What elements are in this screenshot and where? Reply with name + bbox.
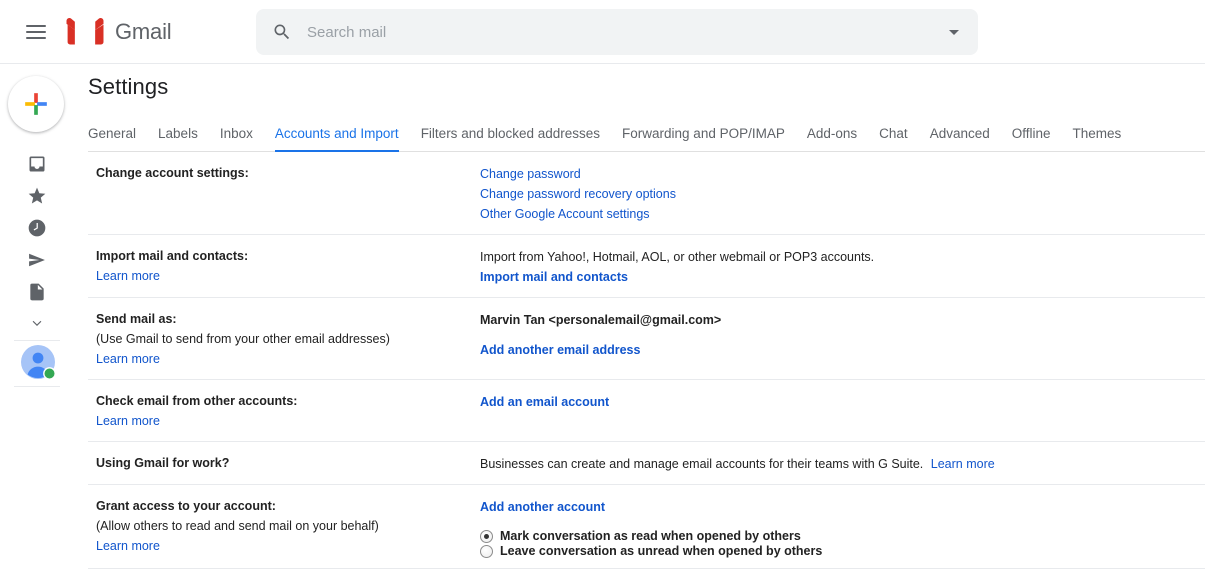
row-label-column: Change account settings:: [96, 164, 480, 224]
send-mail-as-label: Send mail as:: [96, 310, 470, 329]
settings-row-grant-access: Grant access to your account: (Allow oth…: [88, 485, 1205, 569]
send-mail-as-address: Marvin Tan <personalemail@gmail.com>: [480, 310, 1205, 330]
row-label-column: Check email from other accounts: Learn m…: [96, 392, 480, 431]
page-title: Settings: [88, 74, 168, 100]
gmail-brand[interactable]: Gmail: [66, 17, 171, 46]
compose-button[interactable]: [8, 76, 64, 132]
rail-divider: [14, 340, 60, 341]
row-value-column: Add another account Mark conversation as…: [480, 497, 1205, 558]
import-mail-learn-more-link[interactable]: Learn more: [96, 266, 160, 286]
gmail-for-work-description: Businesses can create and manage email a…: [480, 457, 923, 471]
rail-divider-bottom: [14, 386, 60, 387]
sidebar-item-inbox[interactable]: [25, 152, 49, 176]
row-label-column: Send mail as: (Use Gmail to send from yo…: [96, 310, 480, 369]
search-icon: [272, 22, 292, 42]
check-email-learn-more-link[interactable]: Learn more: [96, 411, 160, 431]
radio-mark-as-read[interactable]: [480, 530, 493, 543]
other-google-account-settings-link[interactable]: Other Google Account settings: [480, 204, 650, 224]
settings-row-send-mail-as: Send mail as: (Use Gmail to send from yo…: [88, 298, 1205, 380]
search-bar[interactable]: [256, 9, 978, 55]
avatar[interactable]: [20, 344, 58, 382]
gmail-for-work-learn-more-link[interactable]: Learn more: [931, 454, 995, 474]
add-another-account-link[interactable]: Add another account: [480, 497, 605, 517]
avatar-icon: [20, 344, 58, 382]
chevron-down-icon[interactable]: [942, 20, 966, 44]
tab-accounts-and-import[interactable]: Accounts and Import: [275, 126, 399, 151]
tab-general[interactable]: General: [88, 126, 136, 151]
sidebar-item-more[interactable]: [25, 312, 49, 336]
send-icon: [27, 250, 47, 270]
plus-icon: [23, 91, 49, 117]
row-label-column: Import mail and contacts: Learn more: [96, 247, 480, 287]
tab-labels[interactable]: Labels: [158, 126, 198, 151]
star-icon: [27, 186, 47, 206]
sidebar-item-drafts[interactable]: [25, 280, 49, 304]
tab-advanced[interactable]: Advanced: [930, 126, 990, 151]
add-another-email-address-link[interactable]: Add another email address: [480, 340, 640, 360]
sidebar-item-starred[interactable]: [25, 184, 49, 208]
change-password-link[interactable]: Change password: [480, 164, 581, 184]
row-label-column: Using Gmail for work?: [96, 454, 480, 474]
clock-icon: [27, 218, 47, 238]
tab-forwarding-and-pop-imap[interactable]: Forwarding and POP/IMAP: [622, 126, 785, 151]
gmail-brand-text: Gmail: [115, 19, 171, 45]
chevron-down-icon: [30, 317, 44, 331]
change-password-recovery-link[interactable]: Change password recovery options: [480, 184, 676, 204]
tab-inbox[interactable]: Inbox: [220, 126, 253, 151]
row-value-column: Change password Change password recovery…: [480, 164, 1205, 224]
sidebar-item-sent[interactable]: [25, 248, 49, 272]
import-mail-label: Import mail and contacts:: [96, 247, 470, 266]
settings-content: Settings General Labels Inbox Accounts a…: [88, 64, 1205, 574]
grant-access-note: (Allow others to read and send mail on y…: [96, 516, 470, 536]
settings-row-import-mail: Import mail and contacts: Learn more Imp…: [88, 235, 1205, 298]
hamburger-menu-icon[interactable]: [26, 25, 46, 39]
import-mail-description: Import from Yahoo!, Hotmail, AOL, or oth…: [480, 247, 1205, 267]
spacer: [480, 330, 1205, 340]
tab-offline[interactable]: Offline: [1012, 126, 1051, 151]
row-value-column: Businesses can create and manage email a…: [480, 454, 1205, 474]
hamburger-line: [26, 25, 46, 27]
settings-rows: Change account settings: Change password…: [88, 152, 1205, 569]
row-value-column: Add an email account: [480, 392, 1205, 431]
settings-tabs: General Labels Inbox Accounts and Import…: [88, 113, 1205, 152]
send-mail-as-note: (Use Gmail to send from your other email…: [96, 329, 470, 349]
left-rail: [0, 64, 88, 574]
hamburger-line: [26, 37, 46, 39]
grant-access-option-mark-read[interactable]: Mark conversation as read when opened by…: [480, 529, 1205, 543]
sidebar-item-snoozed[interactable]: [25, 216, 49, 240]
tab-chat[interactable]: Chat: [879, 126, 908, 151]
hamburger-line: [26, 31, 46, 33]
settings-row-check-email: Check email from other accounts: Learn m…: [88, 380, 1205, 442]
row-value-column: Import from Yahoo!, Hotmail, AOL, or oth…: [480, 247, 1205, 287]
tab-add-ons[interactable]: Add-ons: [807, 126, 857, 151]
import-mail-and-contacts-link[interactable]: Import mail and contacts: [480, 267, 628, 287]
row-value-column: Marvin Tan <personalemail@gmail.com> Add…: [480, 310, 1205, 369]
send-mail-as-learn-more-link[interactable]: Learn more: [96, 349, 160, 369]
grant-access-option-leave-unread[interactable]: Leave conversation as unread when opened…: [480, 544, 1205, 558]
radio-mark-as-read-label[interactable]: Mark conversation as read when opened by…: [500, 529, 801, 543]
gmail-settings-page: Gmail: [0, 0, 1205, 574]
radio-leave-unread-label[interactable]: Leave conversation as unread when opened…: [500, 544, 822, 558]
spacer: [480, 517, 1205, 527]
search-input[interactable]: [305, 23, 942, 42]
change-account-label: Change account settings:: [96, 164, 470, 183]
settings-row-gmail-for-work: Using Gmail for work? Businesses can cre…: [88, 442, 1205, 485]
row-label-column: Grant access to your account: (Allow oth…: [96, 497, 480, 558]
settings-row-change-account: Change account settings: Change password…: [88, 152, 1205, 235]
tab-filters-and-blocked-addresses[interactable]: Filters and blocked addresses: [421, 126, 600, 151]
gmail-logo-icon: [66, 17, 104, 46]
check-email-label: Check email from other accounts:: [96, 392, 470, 411]
inbox-icon: [27, 154, 47, 174]
grant-access-label: Grant access to your account:: [96, 497, 470, 516]
document-icon: [27, 282, 47, 302]
tab-themes[interactable]: Themes: [1073, 126, 1122, 151]
gmail-for-work-label: Using Gmail for work?: [96, 454, 470, 473]
app-header: Gmail: [0, 0, 1205, 64]
add-an-email-account-link[interactable]: Add an email account: [480, 392, 609, 412]
radio-leave-unread[interactable]: [480, 545, 493, 558]
grant-access-learn-more-link[interactable]: Learn more: [96, 536, 160, 556]
